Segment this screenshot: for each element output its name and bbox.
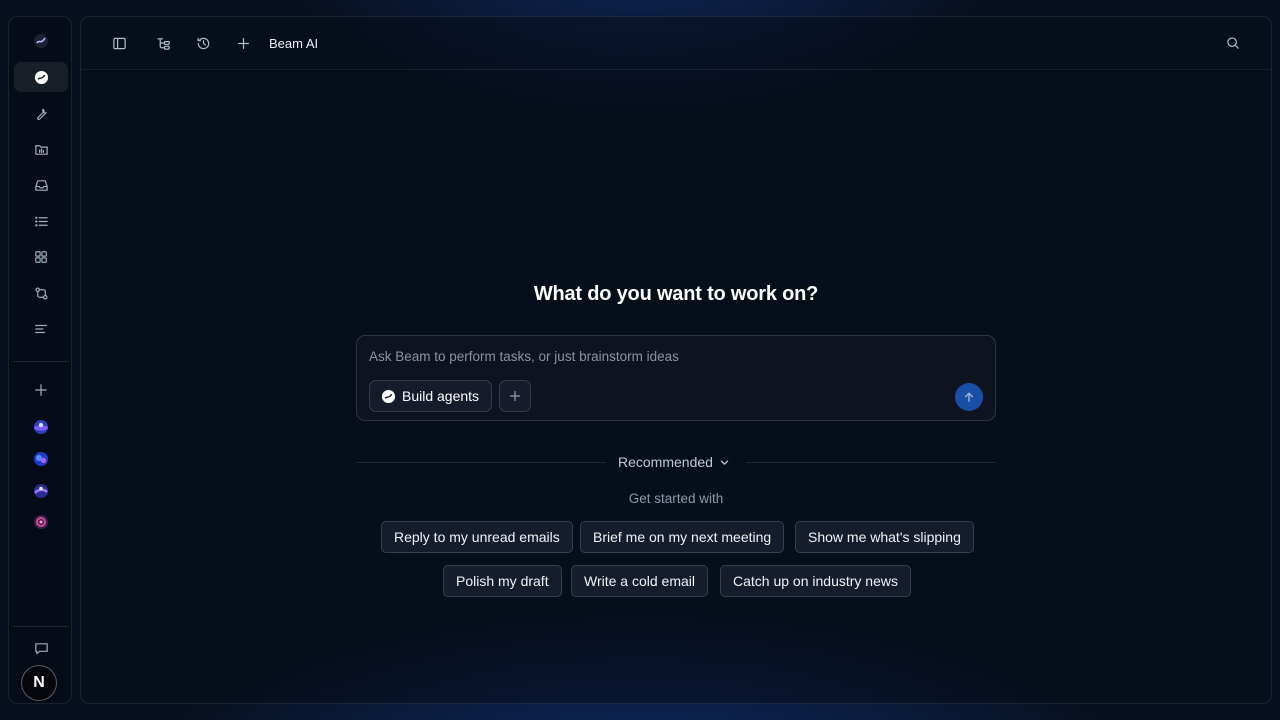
main-panel: Beam AI What do you want to work on? Bui… — [80, 16, 1272, 704]
user-avatar-initial: N — [33, 674, 45, 691]
tools-icon[interactable] — [14, 98, 68, 128]
rail-divider — [13, 361, 69, 362]
beam-chat-icon — [381, 389, 396, 403]
add-agent-icon[interactable] — [14, 375, 68, 405]
search-icon[interactable] — [1220, 30, 1246, 56]
new-chat-icon[interactable] — [230, 30, 256, 56]
suggestion-chip[interactable]: Write a cold email — [571, 565, 709, 597]
home-logo-icon[interactable] — [14, 26, 68, 56]
suggestion-chip[interactable]: Polish my draft — [443, 565, 562, 597]
flow-icon[interactable] — [14, 278, 68, 308]
rail-divider-bottom — [13, 626, 69, 627]
feedback-icon[interactable] — [14, 633, 68, 663]
build-agents-label: Build agents — [402, 388, 480, 404]
page-title: Beam AI — [269, 36, 319, 51]
chevron-down-icon — [720, 460, 729, 465]
headline: What do you want to work on? — [533, 283, 819, 305]
attach-button[interactable] — [499, 380, 531, 412]
chat-icon[interactable] — [14, 62, 68, 92]
agent-avatar-1[interactable] — [33, 419, 49, 435]
composer: Build agents — [356, 335, 996, 421]
tree-view-icon[interactable] — [150, 30, 176, 56]
agent-avatar-2[interactable] — [33, 451, 49, 467]
agent-avatar-3[interactable] — [33, 483, 49, 499]
prompt-input[interactable] — [369, 346, 969, 366]
send-button[interactable] — [955, 383, 983, 411]
inbox-icon[interactable] — [14, 170, 68, 200]
recommended-divider-left — [356, 462, 606, 463]
suggestion-chip[interactable]: Show me what's slipping — [795, 521, 974, 553]
text-lines-icon[interactable] — [14, 314, 68, 344]
suggestion-chip[interactable]: Brief me on my next meeting — [580, 521, 785, 553]
build-agents-button[interactable]: Build agents — [369, 380, 493, 412]
top-bar: Beam AI — [81, 17, 1271, 70]
grid-icon[interactable] — [14, 242, 68, 272]
plus-icon — [509, 390, 521, 402]
user-avatar[interactable]: N — [21, 665, 57, 701]
recommended-divider-right — [746, 462, 996, 463]
folder-icon[interactable] — [14, 134, 68, 164]
left-rail: N — [8, 16, 72, 704]
recommended-toggle[interactable]: Recommended — [618, 454, 730, 470]
arrow-up-icon — [964, 392, 974, 402]
suggestion-chip[interactable]: Reply to my unread emails — [381, 521, 573, 553]
get-started-label: Get started with — [628, 491, 724, 506]
suggestion-chip[interactable]: Catch up on industry news — [720, 565, 911, 597]
history-icon[interactable] — [190, 30, 216, 56]
agent-avatar-4[interactable] — [33, 514, 49, 530]
recommended-label: Recommended — [618, 454, 713, 470]
list-icon[interactable] — [14, 206, 68, 236]
sidebar-toggle-icon[interactable] — [106, 30, 132, 56]
